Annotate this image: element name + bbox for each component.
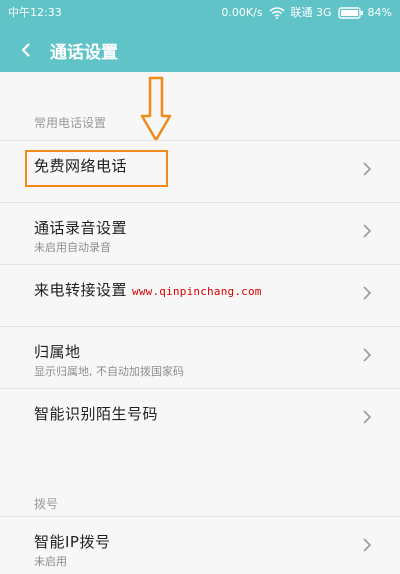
section-label-common: 常用电话设置 [34,116,107,130]
battery-icon [337,7,364,19]
watermark-text: www.qinpinchang.com [132,285,262,298]
row-smart-identify[interactable]: 智能识别陌生号码 [0,388,400,450]
row-free-network-call[interactable]: 免费网络电话 [0,140,400,202]
title-bar: 通话设置 [0,30,400,70]
wifi-icon [268,7,285,19]
row-title: 智能识别陌生号码 [34,405,159,423]
chevron-right-icon [362,537,372,557]
row-location[interactable]: 归属地 显示归属地, 不自动加拨国家码 [0,326,400,388]
chevron-right-icon [362,161,372,181]
header: 中午12:33 0.00K/s 联通 3G 84% 通话设置 [0,0,400,72]
network-speed: 0.00K/s [221,6,263,19]
row-subtitle: 未启用自动录音 [34,241,111,254]
row-title: 通话录音设置 [34,219,128,237]
row-title: 免费网络电话 [34,157,128,175]
chevron-right-icon [362,347,372,367]
battery-percent: 84% [367,6,392,19]
status-time: 中午12:33 [8,6,62,19]
row-title: 来电转接设置 [34,281,128,299]
row-subtitle: 未启用 [34,555,67,568]
row-call-recording[interactable]: 通话录音设置 未启用自动录音 [0,202,400,264]
row-title: 归属地 [34,343,81,361]
chevron-right-icon [362,223,372,243]
page-title: 通话设置 [50,42,118,63]
chevron-right-icon [362,409,372,429]
status-bar: 中午12:33 0.00K/s 联通 3G 84% [0,0,400,26]
back-arrow-icon[interactable] [10,34,42,66]
row-title: 智能IP拨号 [34,533,111,551]
section-label-dial: 拨号 [34,497,59,511]
annotation-down-arrow-icon [140,76,172,142]
row-subtitle: 显示归属地, 不自动加拨国家码 [34,365,184,378]
status-right: 0.00K/s 联通 3G 84% [221,0,392,26]
chevron-right-icon [362,285,372,305]
carrier-network: 联通 3G [290,6,332,19]
battery: 84% [337,0,392,26]
row-smart-ip-dial[interactable]: 智能IP拨号 未启用 [0,516,400,574]
